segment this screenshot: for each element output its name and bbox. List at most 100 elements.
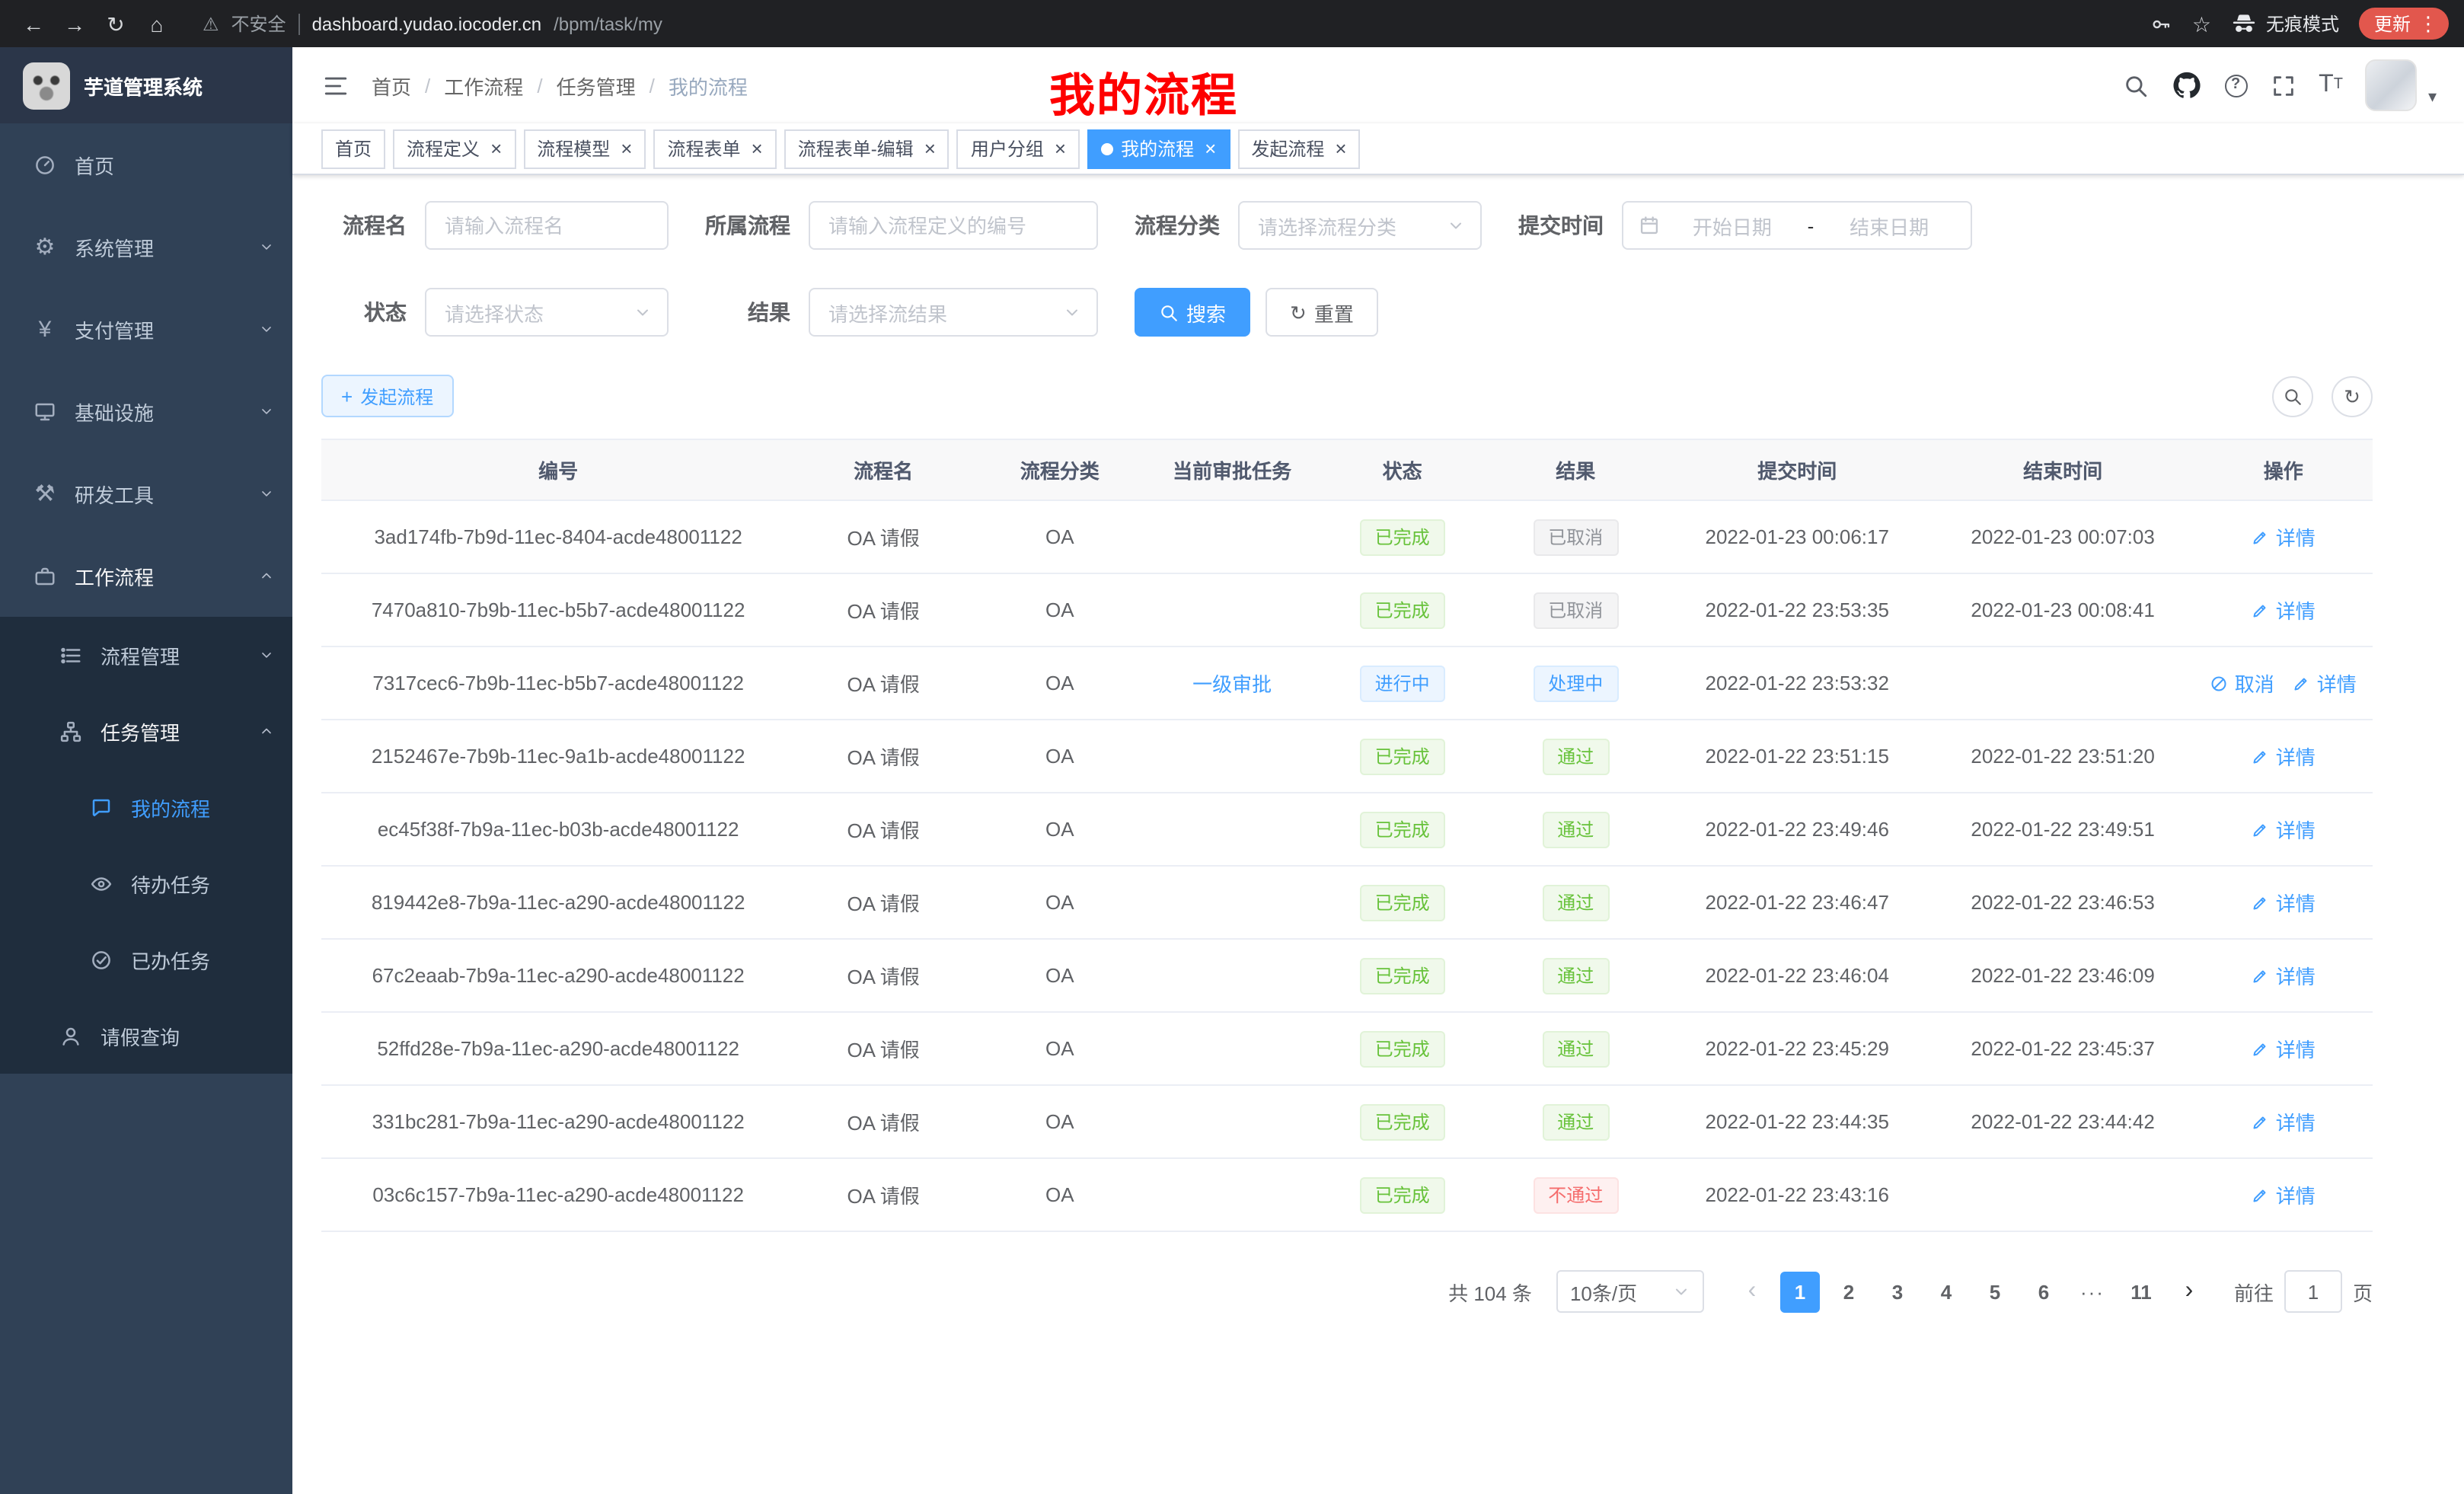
tab-close-icon[interactable]: × — [752, 137, 763, 160]
prev-page-button[interactable]: ‹ — [1732, 1271, 1773, 1312]
sidebar-item-10[interactable]: 已办任务 — [0, 921, 292, 998]
detail-action[interactable]: 详情 — [2252, 1107, 2316, 1136]
next-page-button[interactable]: › — [2169, 1271, 2210, 1312]
cell-end-time: 2022-01-22 23:49:51 — [1932, 793, 2194, 866]
refresh-table-button[interactable]: ↻ — [2332, 375, 2373, 417]
toggle-search-button[interactable] — [2272, 375, 2313, 417]
address-bar[interactable]: ⚠ 不安全 dashboard.yudao.iocoder.cn/bpm/tas… — [203, 11, 662, 37]
page-button-3[interactable]: 3 — [1878, 1271, 1917, 1312]
browser-menu-icon[interactable]: ⋮ — [2418, 14, 2438, 34]
sidebar-item-4[interactable]: ⚒研发工具 — [0, 452, 292, 535]
cell-submit-time: 2022-01-22 23:49:46 — [1663, 793, 1932, 866]
tab-0[interactable]: 首页 — [321, 129, 385, 168]
detail-action[interactable]: 详情 — [2252, 961, 2316, 990]
sidebar-toggle-icon[interactable] — [292, 72, 372, 98]
update-button[interactable]: 更新 ⋮ — [2359, 8, 2449, 40]
page-size-select[interactable]: 10条/页 — [1556, 1270, 1704, 1313]
tab-5[interactable]: 用户分组× — [957, 129, 1080, 168]
content: 流程名 所属流程 流程分类 请选择流程分类 — [292, 175, 2464, 1494]
detail-action[interactable]: 详情 — [2252, 742, 2316, 771]
sidebar-item-11[interactable]: 请假查询 — [0, 998, 292, 1074]
user-avatar[interactable] — [2366, 59, 2418, 111]
search-icon — [1159, 302, 1179, 322]
sidebar-item-0[interactable]: 首页 — [0, 123, 292, 206]
cancel-action[interactable]: 取消 — [2210, 669, 2274, 698]
tab-close-icon[interactable]: × — [924, 137, 936, 160]
goto-page-input[interactable] — [2284, 1270, 2342, 1313]
process-definition-input[interactable] — [809, 201, 1098, 250]
sidebar-item-6[interactable]: 流程管理 — [0, 617, 292, 693]
my-process-icon — [88, 796, 114, 819]
breadcrumb: 首页/工作流程/任务管理/我的流程 — [372, 71, 748, 100]
page-button-5[interactable]: 5 — [1975, 1271, 2015, 1312]
select-caret-icon — [1672, 1282, 1690, 1301]
cancel-icon — [2210, 674, 2229, 692]
status-tag: 已完成 — [1360, 738, 1445, 774]
tab-close-icon[interactable]: × — [1205, 137, 1216, 160]
docs-help-icon[interactable]: ? — [2224, 74, 2247, 97]
detail-action[interactable]: 详情 — [2252, 815, 2316, 844]
tab-4[interactable]: 流程表单-编辑× — [784, 129, 950, 168]
create-process-button[interactable]: + 发起流程 — [321, 375, 453, 417]
cell-name: OA 请假 — [795, 500, 972, 573]
avatar-caret-icon[interactable]: ▾ — [2428, 89, 2437, 106]
sidebar-item-1[interactable]: ⚙系统管理 — [0, 206, 292, 288]
category-select[interactable]: 请选择流程分类 — [1238, 201, 1482, 250]
github-icon[interactable] — [2171, 70, 2201, 101]
cell-status: 已完成 — [1317, 939, 1489, 1012]
done-icon — [88, 948, 114, 971]
tab-close-icon[interactable]: × — [1335, 137, 1346, 160]
tab-1[interactable]: 流程定义× — [393, 129, 515, 168]
cell-end-time: 2022-01-22 23:51:20 — [1932, 720, 2194, 793]
status-select[interactable]: 请选择状态 — [425, 288, 669, 337]
sidebar-item-7[interactable]: 任务管理 — [0, 693, 292, 769]
cell-status: 已完成 — [1317, 1085, 1489, 1158]
browser-back-icon[interactable]: ← — [15, 5, 52, 42]
browser-home-icon[interactable]: ⌂ — [139, 5, 175, 42]
sidebar-item-5[interactable]: 工作流程 — [0, 535, 292, 617]
detail-action[interactable]: 详情 — [2252, 522, 2316, 551]
detail-action[interactable]: 详情 — [2252, 1180, 2316, 1209]
detail-action[interactable]: 详情 — [2293, 669, 2357, 698]
page-ellipsis[interactable]: ··· — [2073, 1271, 2112, 1312]
breadcrumb-separator: / — [650, 74, 655, 97]
font-size-icon[interactable]: TT — [2319, 73, 2343, 97]
tab-close-icon[interactable]: × — [1055, 137, 1066, 160]
header-search-icon[interactable] — [2122, 72, 2148, 98]
page-button-6[interactable]: 6 — [2024, 1271, 2063, 1312]
breadcrumb-item-1[interactable]: 工作流程 — [444, 71, 523, 100]
fullscreen-icon[interactable] — [2270, 72, 2296, 98]
detail-action[interactable]: 详情 — [2252, 595, 2316, 624]
sidebar-item-9[interactable]: 待办任务 — [0, 845, 292, 921]
tab-close-icon[interactable]: × — [490, 137, 502, 160]
sidebar-item-2[interactable]: ¥支付管理 — [0, 288, 292, 370]
password-key-icon[interactable] — [2151, 13, 2172, 34]
tab-3[interactable]: 流程表单× — [653, 129, 776, 168]
tab-close-icon[interactable]: × — [621, 137, 632, 160]
breadcrumb-item-2[interactable]: 任务管理 — [557, 71, 636, 100]
sidebar-item-3[interactable]: 基础设施 — [0, 370, 292, 452]
current-task-link[interactable]: 一级审批 — [1192, 669, 1272, 698]
tab-7[interactable]: 发起流程× — [1237, 129, 1360, 168]
browser-reload-icon[interactable]: ↻ — [97, 5, 134, 42]
result-select[interactable]: 请选择流结果 — [809, 288, 1098, 337]
app-logo[interactable]: 芋道管理系统 — [0, 47, 292, 123]
search-button[interactable]: 搜索 — [1135, 288, 1250, 337]
page-button-4[interactable]: 4 — [1926, 1271, 1966, 1312]
process-name-input[interactable] — [425, 201, 669, 250]
submit-time-range-picker[interactable]: 开始日期 - 结束日期 — [1622, 201, 1972, 250]
reset-button[interactable]: ↻ 重置 — [1266, 288, 1378, 337]
page-button-1[interactable]: 1 — [1780, 1271, 1820, 1312]
tab-6[interactable]: 我的流程× — [1087, 129, 1230, 168]
tab-2[interactable]: 流程模型× — [523, 129, 646, 168]
page-button-2[interactable]: 2 — [1829, 1271, 1869, 1312]
detail-action[interactable]: 详情 — [2252, 888, 2316, 917]
breadcrumb-item-0[interactable]: 首页 — [372, 71, 411, 100]
detail-action[interactable]: 详情 — [2252, 1034, 2316, 1063]
cell-submit-time: 2022-01-22 23:46:47 — [1663, 866, 1932, 939]
sidebar-item-8[interactable]: 我的流程 — [0, 769, 292, 845]
not-secure-label: 不安全 — [231, 11, 286, 37]
bookmark-star-icon[interactable]: ☆ — [2192, 13, 2211, 34]
browser-forward-icon[interactable]: → — [56, 5, 93, 42]
page-button-11[interactable]: 11 — [2121, 1271, 2161, 1312]
